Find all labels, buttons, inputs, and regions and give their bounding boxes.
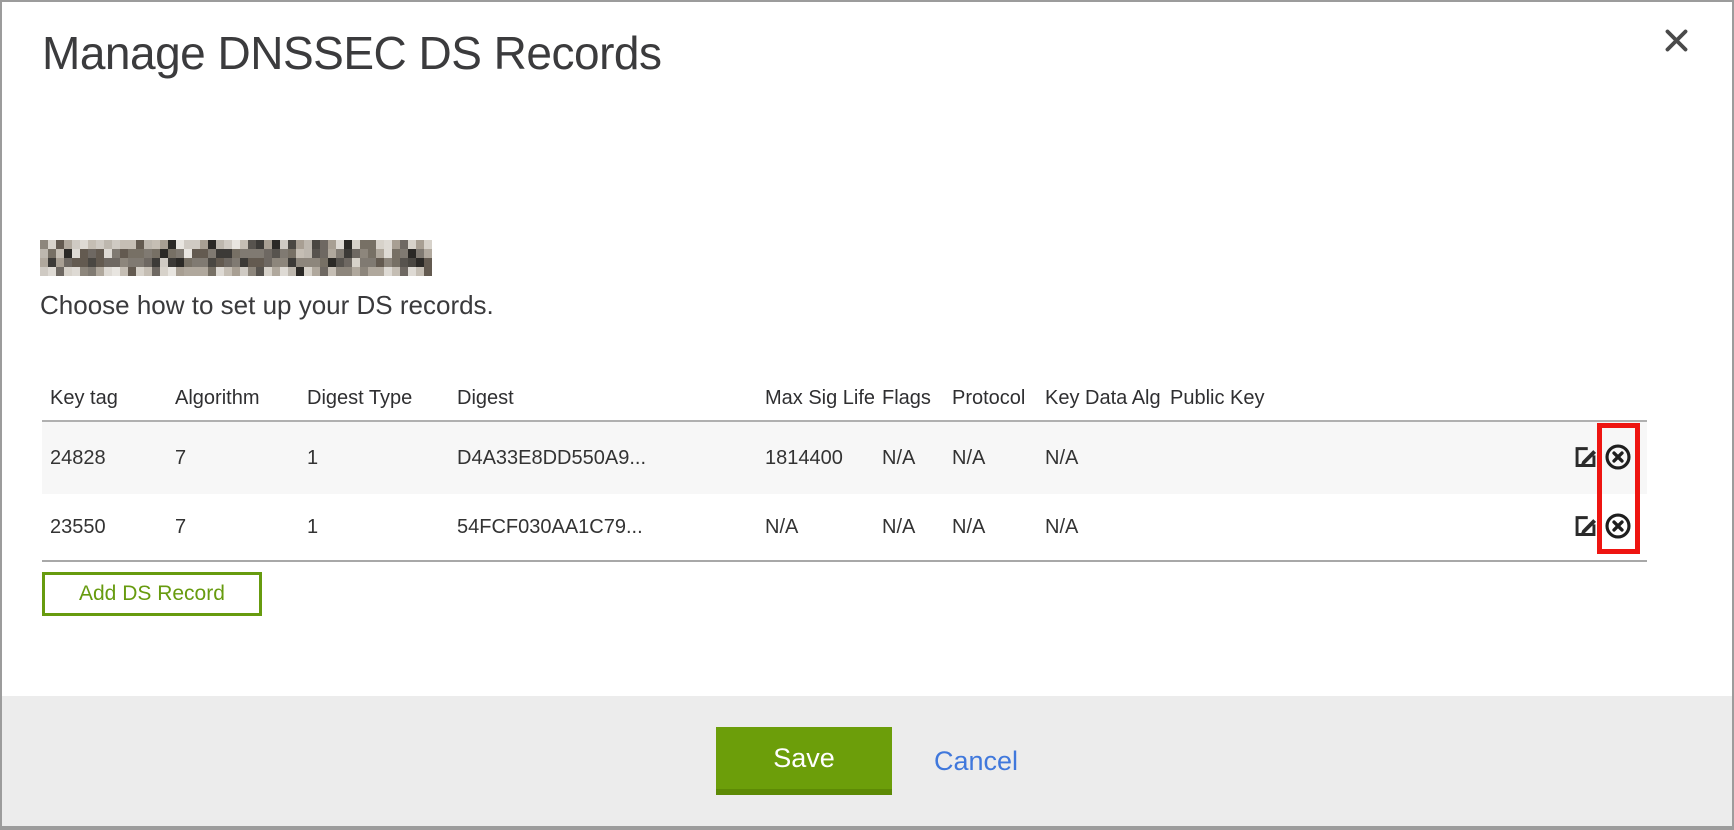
ds-record-row: 23550 7 1 54FCF030AA1C79... N/A N/A N/A … — [42, 494, 1647, 560]
delete-icon — [1604, 512, 1632, 543]
ds-record-row: 24828 7 1 D4A33E8DD550A9... 1814400 N/A … — [42, 422, 1647, 494]
cell-digest: D4A33E8DD550A9... — [449, 447, 757, 470]
col-header-public-key: Public Key — [1162, 387, 1537, 410]
delete-record-button[interactable] — [1604, 512, 1632, 543]
subtitle: Choose how to set up your DS records. — [40, 290, 494, 321]
cell-key-data-alg: N/A — [1037, 447, 1162, 470]
col-header-flags: Flags — [874, 387, 944, 410]
add-ds-record-button[interactable]: Add DS Record — [42, 572, 262, 616]
page-title: Manage DNSSEC DS Records — [42, 26, 661, 80]
cell-algorithm: 7 — [167, 516, 299, 539]
edit-record-button[interactable] — [1572, 512, 1599, 542]
col-header-max-sig-life: Max Sig Life — [757, 387, 874, 410]
edit-record-button[interactable] — [1572, 443, 1599, 473]
cell-algorithm: 7 — [167, 447, 299, 470]
save-button[interactable]: Save — [716, 727, 892, 795]
cell-flags: N/A — [874, 447, 944, 470]
delete-icon — [1604, 443, 1632, 474]
edit-icon — [1572, 512, 1599, 542]
edit-icon — [1572, 443, 1599, 473]
domain-name-redacted — [40, 240, 432, 276]
cell-max-sig-life: N/A — [757, 516, 874, 539]
cell-key-tag: 23550 — [42, 516, 167, 539]
table-header-row: Key tag Algorithm Digest Type Digest Max… — [42, 376, 1647, 420]
cancel-link[interactable]: Cancel — [934, 746, 1018, 777]
col-header-algorithm: Algorithm — [167, 387, 299, 410]
close-button[interactable] — [1656, 22, 1696, 62]
delete-record-button[interactable] — [1604, 443, 1632, 474]
col-header-protocol: Protocol — [944, 387, 1037, 410]
cell-protocol: N/A — [944, 447, 1037, 470]
ds-records-table: Key tag Algorithm Digest Type Digest Max… — [42, 376, 1647, 562]
cell-max-sig-life: 1814400 — [757, 447, 874, 470]
manage-dnssec-modal: Manage DNSSEC DS Records Choose how to s… — [0, 0, 1734, 830]
cell-digest-type: 1 — [299, 516, 449, 539]
modal-footer: Save Cancel — [2, 696, 1732, 826]
cell-protocol: N/A — [944, 516, 1037, 539]
col-header-digest: Digest — [449, 387, 757, 410]
cell-digest-type: 1 — [299, 447, 449, 470]
close-icon — [1663, 27, 1690, 57]
cell-flags: N/A — [874, 516, 944, 539]
col-header-digest-type: Digest Type — [299, 387, 449, 410]
col-header-key-data-alg: Key Data Alg — [1037, 387, 1162, 410]
col-header-key-tag: Key tag — [42, 387, 167, 410]
cell-key-data-alg: N/A — [1037, 516, 1162, 539]
cell-digest: 54FCF030AA1C79... — [449, 516, 757, 539]
cell-key-tag: 24828 — [42, 447, 167, 470]
